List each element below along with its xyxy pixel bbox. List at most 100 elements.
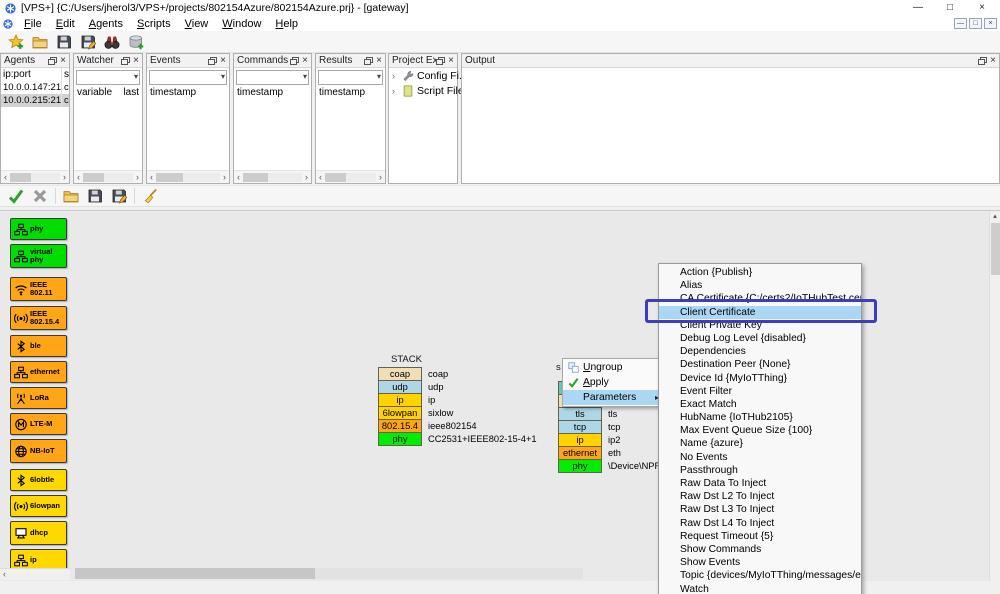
tree-item-config-files[interactable]: › Config Fi... [389,68,457,83]
save-config-as-button[interactable] [107,187,131,206]
results-filter-combobox[interactable]: ▾ [318,70,383,85]
submenu-item-alias[interactable]: Alias [659,279,861,292]
mdi-restore-button[interactable]: □ [969,18,982,29]
sidebar-block-ble[interactable]: ble [10,335,67,357]
submenu-item-raw-dst-l4[interactable]: Raw Dst L4 To Inject [659,517,861,530]
scroll-left-icon[interactable]: ‹ [3,569,6,579]
close-panel-icon[interactable]: × [448,56,454,66]
new-project-button[interactable] [4,32,28,51]
submenu-item-client-private-key[interactable]: Client Private Key [659,319,861,332]
sidebar-block-ethernet[interactable]: ethernet [10,361,67,383]
tree-item-script-files[interactable]: › Script Files [389,83,457,98]
scroll-up-icon[interactable]: ▴ [990,211,1000,222]
events-filter-combobox[interactable]: ▾ [149,70,227,85]
float-panel-icon[interactable] [364,57,373,65]
submenu-item-hubname[interactable]: HubName {IoTHub2105} [659,411,861,424]
float-panel-icon[interactable] [290,57,299,65]
minimize-button[interactable]: — [902,0,934,16]
commands-filter-combobox[interactable]: ▾ [236,70,309,85]
scroll-left-icon[interactable]: ‹ [147,172,156,183]
submenu-item-max-event-queue-size[interactable]: Max Event Queue Size {100} [659,424,861,437]
scroll-right-icon[interactable]: › [302,172,311,183]
scroll-left-icon[interactable]: ‹ [74,172,83,183]
sidebar-block-dhcp[interactable]: dhcp [10,521,67,545]
close-panel-icon[interactable]: × [302,56,308,66]
stack-row-udp[interactable]: udp udp [378,380,537,394]
sidebar-block-nb-iot[interactable]: NB-IoT [10,439,67,463]
scroll-left-icon[interactable]: ‹ [1,172,10,183]
submenu-item-request-timeout[interactable]: Request Timeout {5} [659,530,861,543]
scroll-left-icon[interactable]: ‹ [234,172,243,183]
save-button[interactable] [52,32,76,51]
open-button[interactable] [28,32,52,51]
submenu-item-client-certificate[interactable]: Client Certificate [659,306,861,319]
close-button[interactable]: × [966,0,998,16]
commands-hscrollbar[interactable]: ‹ › [234,170,311,183]
stack-row-ip[interactable]: ip ip [378,393,537,407]
submenu-item-raw-dst-l3[interactable]: Raw Dst L3 To Inject [659,503,861,516]
scroll-right-icon[interactable]: › [220,172,229,183]
submenu-item-no-events[interactable]: No Events [659,451,861,464]
float-panel-icon[interactable] [208,57,217,65]
canvas-vscrollbar[interactable]: ▴ [989,211,1000,581]
sidebar-block-virtual-phy[interactable]: virtual phy [10,244,67,268]
apply-button[interactable] [4,187,28,206]
scroll-left-icon[interactable]: ‹ [316,172,325,183]
sidebar-block-6lowpan[interactable]: 6lowpan [10,495,67,517]
stack1[interactable]: coap coap udp udp ip ip 6lowpan sixlow 8… [378,368,537,446]
float-panel-icon[interactable] [436,57,445,65]
submenu-item-raw-dst-l2[interactable]: Raw Dst L2 To Inject [659,490,861,503]
vscroll-thumb[interactable] [991,223,1000,275]
menu-scripts[interactable]: Scripts [130,17,178,31]
sidebar-hscrollbar[interactable]: ‹ [0,568,70,580]
close-panel-icon[interactable]: × [60,56,66,66]
submenu-item-passthrough[interactable]: Passthrough [659,464,861,477]
mdi-minimize-button[interactable]: — [954,18,967,29]
agents-hscrollbar[interactable]: ‹ › [1,170,69,183]
stack-row-phy[interactable]: phy CC2531+IEEE802-15-4+1 [378,432,537,446]
context-menu-item-ungroup[interactable]: Ungroup [563,360,662,375]
menu-view[interactable]: View [178,17,216,31]
cancel-button[interactable] [28,187,52,206]
submenu-item-device-id[interactable]: Device Id {MyIoTThing} [659,372,861,385]
watcher-filter-combobox[interactable]: ▾ [76,70,140,85]
submenu-item-show-commands[interactable]: Show Commands [659,543,861,556]
sidebar-block-ieee80211[interactable]: IEEE 802.11 [10,277,67,301]
float-panel-icon[interactable] [48,57,57,65]
submenu-item-action[interactable]: Action {Publish} [659,266,861,279]
context-menu-item-parameters[interactable]: Parameters ▸ [563,390,662,405]
tree-expand-icon[interactable]: › [392,71,401,81]
canvas-hscrollbar[interactable] [75,568,583,579]
float-panel-icon[interactable] [978,57,987,65]
sidebar-block-lora[interactable]: LoRa [10,387,67,409]
submenu-item-event-filter[interactable]: Event Filter [659,385,861,398]
close-panel-icon[interactable]: × [990,56,996,66]
events-hscrollbar[interactable]: ‹ › [147,170,229,183]
float-panel-icon[interactable] [121,57,130,65]
submenu-item-ca-certificate[interactable]: CA Certificate {C:/certs2/IoTHubTest.cer… [659,292,861,305]
results-hscrollbar[interactable]: ‹ › [316,170,385,183]
scroll-right-icon[interactable]: › [376,172,385,183]
submenu-item-debug-log-level[interactable]: Debug Log Level {disabled} [659,332,861,345]
scroll-right-icon[interactable]: › [60,172,69,183]
submenu-item-dependencies[interactable]: Dependencies [659,345,861,358]
submenu-item-exact-match[interactable]: Exact Match [659,398,861,411]
design-canvas[interactable]: phy virtual phy IEEE 802.11 IEEE 802.15.… [0,210,1000,581]
hscroll-thumb[interactable] [75,568,315,579]
submenu-item-destination-peer[interactable]: Destination Peer {None} [659,358,861,371]
stack-row-802154[interactable]: 802.15.4 ieee802154 [378,419,537,433]
close-panel-icon[interactable]: × [133,56,139,66]
agent-row-selected[interactable]: 10.0.0.215:2105 c [1,94,69,107]
submenu-item-watch[interactable]: Watch [659,583,861,594]
tree-expand-icon[interactable]: › [392,86,401,96]
submenu-item-raw-data-to-inject[interactable]: Raw Data To Inject [659,477,861,490]
find-button[interactable] [100,32,124,51]
menu-file[interactable]: File [17,17,49,31]
menu-window[interactable]: Window [215,17,268,31]
mdi-close-button[interactable]: × [984,18,997,29]
sidebar-block-ieee802154[interactable]: IEEE 802.15.4 [10,306,67,330]
add-database-button[interactable] [124,32,148,51]
restore-button[interactable]: □ [934,0,966,16]
save-as-button[interactable] [76,32,100,51]
close-panel-icon[interactable]: × [220,56,226,66]
